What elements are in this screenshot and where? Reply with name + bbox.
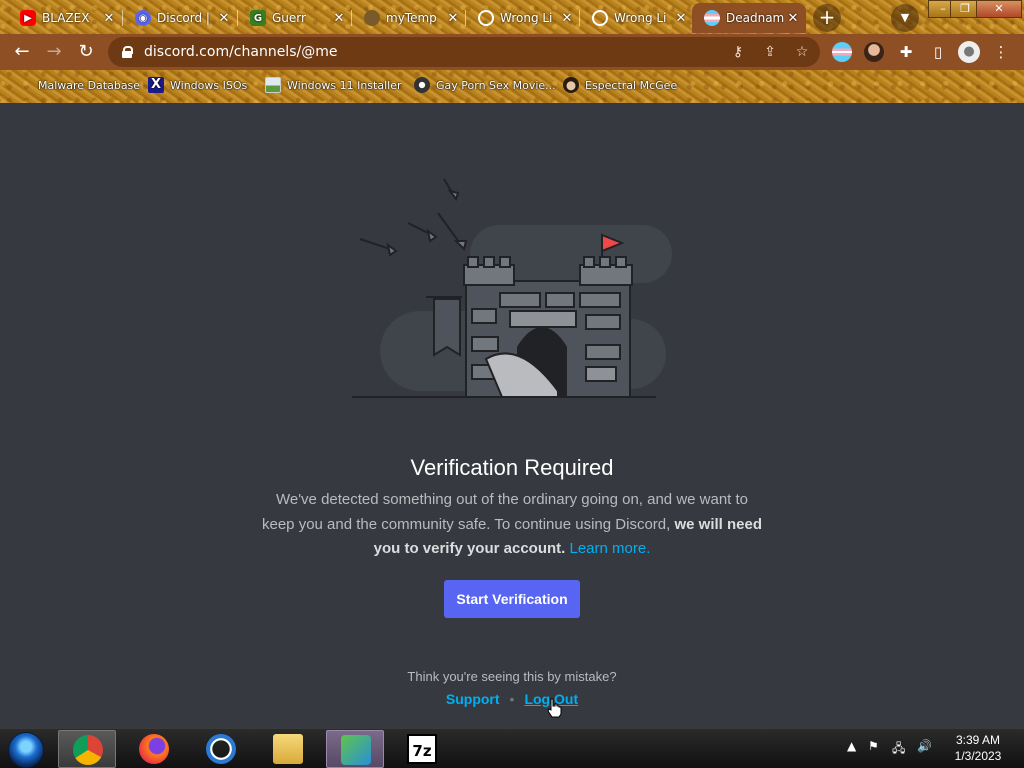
address-bar[interactable]: discord.com/channels/@me ⚷ ⇪ ☆ <box>108 37 820 67</box>
reload-button[interactable]: ↻ <box>73 39 99 65</box>
bookmark-malware-database[interactable]: Malware Database <box>38 75 140 95</box>
url-text[interactable]: discord.com/channels/@me <box>144 44 337 60</box>
bookmark-label: Malware Database <box>38 78 141 92</box>
avatar-icon <box>563 77 579 93</box>
taskbar-opera[interactable] <box>192 730 250 768</box>
bookmark-label: Espectral McGee <box>585 78 678 92</box>
tab-deadname[interactable]: Deadnam ✕ <box>692 3 806 33</box>
back-button[interactable]: ← <box>9 39 35 65</box>
firefox-icon <box>139 734 169 764</box>
seven-zip-icon: 7z <box>407 734 437 764</box>
image-icon <box>265 77 281 93</box>
verification-description: We've detected something out of the ordi… <box>262 488 762 562</box>
trans-flag-extension-icon[interactable] <box>832 42 852 62</box>
opera-icon <box>206 734 236 764</box>
learn-more-link[interactable]: Learn more. <box>570 540 651 557</box>
taskbar-windows-live[interactable] <box>326 730 384 768</box>
mistake-prompt: Think you're seeing this by mistake? <box>407 669 617 684</box>
close-icon[interactable]: ✕ <box>672 11 690 26</box>
film-icon <box>414 77 430 93</box>
taskbar-chrome[interactable] <box>58 730 116 768</box>
globe-icon <box>592 10 608 26</box>
close-icon[interactable]: ✕ <box>215 11 233 26</box>
folder-icon <box>273 734 303 764</box>
globe-icon <box>478 10 494 26</box>
network-icon[interactable]: 🖧 <box>892 739 905 760</box>
arrows <box>359 178 468 257</box>
start-verification-button[interactable]: Start Verification <box>444 580 580 618</box>
hand-cursor-icon <box>547 698 562 718</box>
discord-icon: ◉ <box>135 10 151 26</box>
bookmark-label: Windows 11 Installer <box>287 78 402 92</box>
lock-icon[interactable] <box>122 46 133 58</box>
browser-chrome: ▶ BLAZEX ✕ ◉ Discord | ✕ G Guerr ✕ myTem… <box>0 0 1024 103</box>
browser-toolbar: ← → ↻ discord.com/channels/@me ⚷ ⇪ ☆ ✚ ▯… <box>0 34 1024 70</box>
taskbar-file-explorer[interactable] <box>259 730 317 768</box>
x-icon: X <box>148 77 164 93</box>
separator-dot: • <box>509 691 515 707</box>
tab-youtube[interactable]: ▶ BLAZEX ✕ <box>8 3 122 33</box>
support-link[interactable]: Support <box>446 691 500 707</box>
bookmark-label: Gay Porn Sex Movie... <box>436 78 556 92</box>
taskbar-firefox[interactable] <box>125 730 183 768</box>
close-icon[interactable]: ✕ <box>330 11 348 26</box>
tab-title: Deadnam <box>726 11 784 25</box>
side-panel-icon[interactable]: ▯ <box>927 41 949 63</box>
tab-wrong-link-1[interactable]: Wrong Li ✕ <box>466 3 580 33</box>
share-icon[interactable]: ⇪ <box>760 43 780 61</box>
tab-wrong-link-2[interactable]: Wrong Li ✕ <box>580 3 694 33</box>
tab-title: Wrong Li <box>500 11 553 25</box>
tab-title: BLAZEX <box>42 11 90 25</box>
trans-flag-icon <box>704 10 720 26</box>
page-title: Verification Required <box>410 455 614 480</box>
close-icon[interactable]: ✕ <box>444 11 462 26</box>
volume-icon[interactable]: 🔊 <box>917 739 932 753</box>
footer-links: Support • Log Out <box>0 691 1024 707</box>
profile-avatar-icon[interactable]: ● <box>958 41 980 63</box>
bookmark-label: Windows ISOs <box>170 78 248 92</box>
clock-date: 1/3/2023 <box>954 749 1002 763</box>
bookmark-espectral-mcgee[interactable]: Espectral McGee <box>563 75 677 95</box>
profile-extension-icon[interactable] <box>864 42 884 62</box>
close-icon[interactable]: ✕ <box>100 11 118 26</box>
tab-mytemp[interactable]: myTemp ✕ <box>352 3 466 33</box>
tab-search-button[interactable]: ▼ <box>891 4 919 32</box>
tab-guerrilla-mail[interactable]: G Guerr ✕ <box>238 3 352 33</box>
people-icon <box>341 735 371 765</box>
tab-title: Guerr <box>272 11 306 25</box>
tab-title: myTemp <box>386 11 437 25</box>
system-clock[interactable]: 3:39 AM 1/3/2023 <box>946 732 1010 764</box>
windows-taskbar: 7z ▲ ⚑ 🖧 🔊 3:39 AM 1/3/2023 <box>0 728 1024 768</box>
youtube-icon: ▶ <box>20 10 36 26</box>
new-tab-button[interactable]: + <box>813 4 841 32</box>
show-hidden-icons[interactable]: ▲ <box>847 739 856 753</box>
discord-verification-page: Verification Required We've detected som… <box>0 103 1024 728</box>
bookmarks-bar: Malware Database X Windows ISOs Windows … <box>0 70 1024 100</box>
chrome-icon <box>73 735 103 765</box>
key-icon[interactable]: ⚷ <box>728 43 748 61</box>
bookmark-movie[interactable]: Gay Porn Sex Movie... <box>414 75 556 95</box>
castle-illustration <box>352 178 672 398</box>
close-icon[interactable]: ✕ <box>558 11 576 26</box>
tab-discord[interactable]: ◉ Discord | ✕ <box>123 3 237 33</box>
bookmark-windows-isos[interactable]: X Windows ISOs <box>148 75 247 95</box>
bookmark-star-icon[interactable]: ☆ <box>792 43 812 61</box>
mytemp-icon <box>364 10 380 26</box>
extensions-puzzle-icon[interactable]: ✚ <box>895 41 917 63</box>
taskbar-7zip[interactable]: 7z <box>393 730 451 768</box>
clock-time: 3:39 AM <box>955 733 1001 747</box>
tab-title: Discord | <box>157 11 210 25</box>
menu-kebab-icon[interactable]: ⋮ <box>990 41 1012 63</box>
action-center-flag-icon[interactable]: ⚑ <box>868 739 879 753</box>
window-close-button[interactable]: ✕ <box>976 0 1022 18</box>
tab-strip: ▶ BLAZEX ✕ ◉ Discord | ✕ G Guerr ✕ myTem… <box>0 0 1024 34</box>
start-button[interactable] <box>8 732 44 768</box>
close-icon[interactable]: ✕ <box>784 11 802 26</box>
forward-button[interactable]: → <box>41 39 67 65</box>
tab-title: Wrong Li <box>614 11 667 25</box>
bookmark-windows-11-installer[interactable]: Windows 11 Installer <box>265 75 402 95</box>
guerrilla-mail-icon: G <box>250 10 266 26</box>
